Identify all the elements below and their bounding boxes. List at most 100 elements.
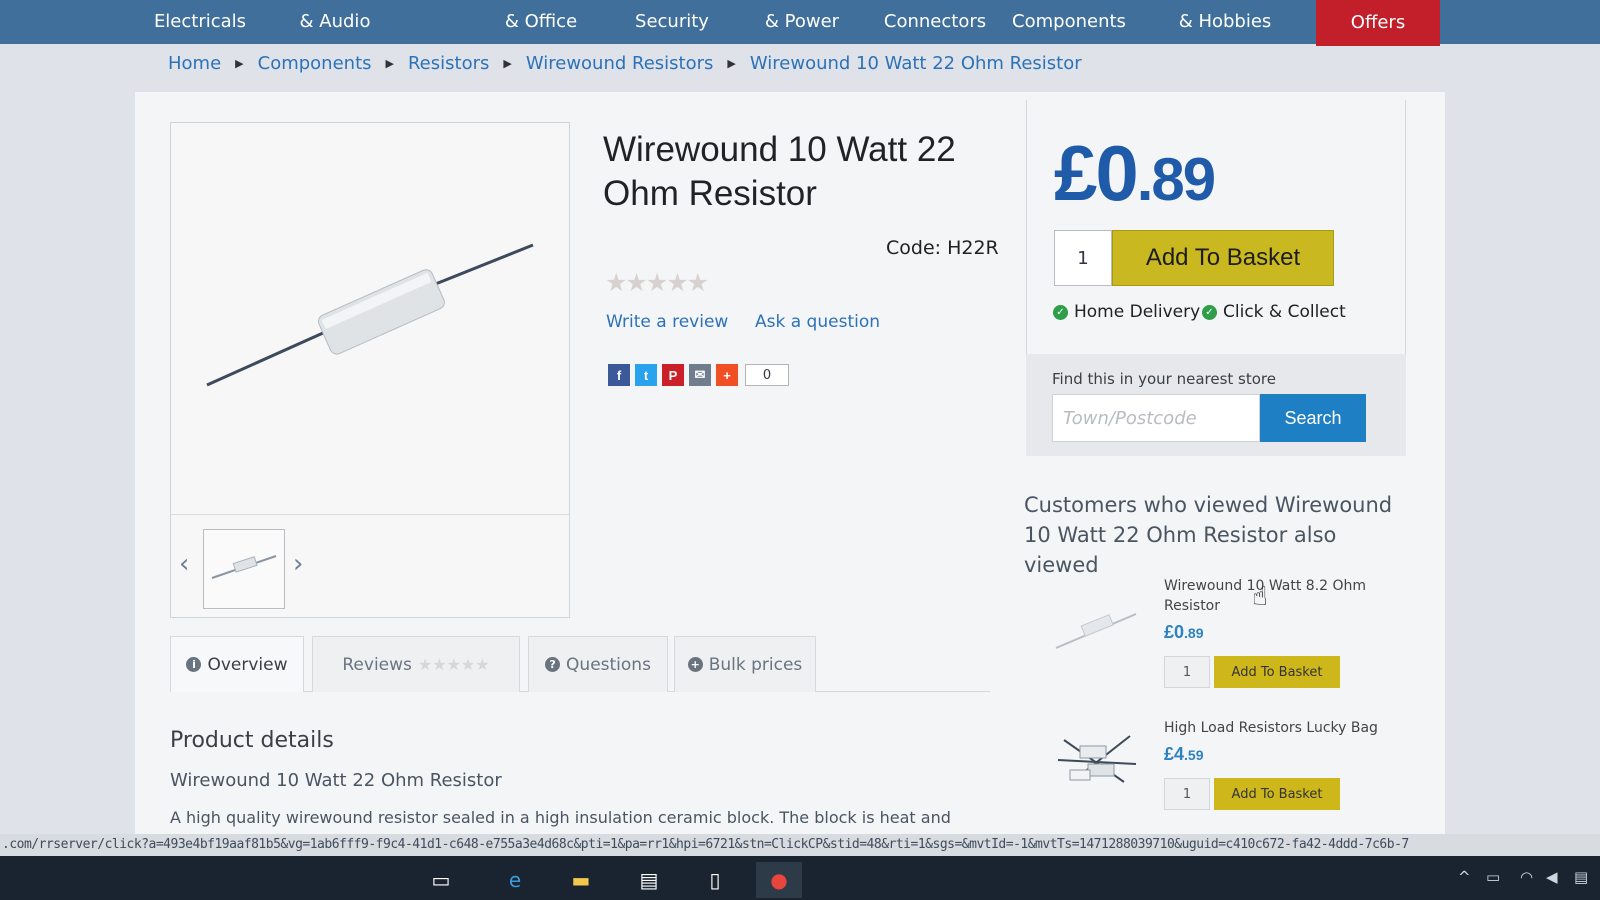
plus-icon: + [687, 657, 703, 672]
store-finder: Find this in your nearest store Town/Pos… [1026, 354, 1406, 456]
email-icon[interactable]: ✉ [689, 364, 711, 386]
taskbar: ▭ e ▬ ▤ ▯ ● ^ ▭ ◠ ◀ ▤ [0, 856, 1600, 900]
also-viewed-title: Customers who viewed Wirewound 10 Watt 2… [1024, 493, 1393, 577]
wifi-icon[interactable]: ◠ [1520, 868, 1533, 886]
breadcrumb-wirewound-resistors[interactable]: Wirewound Resistors [526, 53, 714, 74]
related-quantity-input[interactable]: 1 [1164, 778, 1210, 810]
notes-app-icon[interactable]: ▯ [692, 862, 738, 898]
breadcrumb-home[interactable]: Home [168, 53, 221, 74]
postcode-input[interactable]: Town/Postcode [1052, 394, 1260, 442]
nav-label: Components [1012, 11, 1126, 32]
nav-label: & Audio [299, 11, 371, 32]
related-product-name[interactable]: High Load Resistors Lucky Bag [1164, 718, 1404, 738]
related-add-to-basket-button[interactable]: Add To Basket [1214, 778, 1340, 810]
ask-question-link[interactable]: Ask a question [755, 312, 880, 332]
chevron-right-icon[interactable]: › [293, 549, 303, 579]
chevron-left-icon[interactable]: ‹ [179, 549, 189, 579]
chrome-browser-icon[interactable]: ● [756, 862, 802, 898]
price-pence: .59 [1184, 747, 1204, 763]
price-main: £4 [1164, 744, 1185, 764]
breadcrumb-resistors[interactable]: Resistors [408, 53, 489, 74]
nav-item-office[interactable]: & Office [488, 0, 594, 44]
question-icon: ? [545, 657, 561, 672]
breadcrumb-current[interactable]: Wirewound 10 Watt 22 Ohm Resistor [750, 53, 1082, 74]
home-delivery-status: ✓ Home Delivery [1053, 302, 1200, 322]
link-status-bar: .com/rrserver/click?a=493e4bf19aaf81b5&v… [0, 834, 1600, 856]
add-share-icon[interactable]: + [716, 364, 738, 386]
nav-item-connectors[interactable]: Connectors [876, 0, 994, 44]
product-details-name: Wirewound 10 Watt 22 Ohm Resistor [170, 770, 502, 791]
breadcrumb-separator-icon: ▶ [503, 56, 512, 70]
nav-label: Security [635, 11, 709, 32]
tab-label: Reviews [342, 654, 412, 675]
write-review-link[interactable]: Write a review [606, 312, 728, 332]
tab-label: Questions [566, 654, 651, 675]
image-gallery: ‹ › [170, 122, 570, 618]
task-view-icon[interactable]: ▭ [418, 862, 464, 898]
related-product-image[interactable] [1044, 720, 1144, 820]
related-product: High Load Resistors Lucky Bag £4.59 1 Ad… [1024, 714, 1414, 824]
thumbnail[interactable] [203, 529, 285, 609]
tab-bulk-prices[interactable]: + Bulk prices [674, 636, 816, 692]
document-app-icon[interactable]: ▤ [626, 862, 672, 898]
nav-label: Electricals [153, 11, 247, 32]
breadcrumb: Home ▶ Components ▶ Resistors ▶ Wirewoun… [168, 50, 1082, 76]
nav-item-power[interactable]: & Power [752, 0, 852, 44]
price-pence: .89 [1184, 625, 1204, 641]
nav-item-special-offers[interactable]: Offers [1316, 0, 1440, 46]
facebook-icon[interactable]: f [608, 364, 630, 386]
file-explorer-icon[interactable]: ▬ [558, 862, 604, 898]
store-finder-label: Find this in your nearest store [1052, 370, 1276, 388]
product-code: Code: H22R [886, 237, 999, 259]
click-collect-label: Click & Collect [1223, 302, 1346, 322]
nav-label: & Power [764, 11, 840, 32]
product-tabs: i Overview Reviews ★★★★★ ? Questions + Bulk … [170, 636, 990, 692]
breadcrumb-components[interactable]: Components [258, 53, 372, 74]
tab-questions[interactable]: ? Questions [528, 636, 668, 692]
edge-browser-icon[interactable]: e [492, 862, 538, 898]
info-icon: i [186, 657, 202, 672]
tab-label: Overview [207, 654, 288, 675]
tab-reviews[interactable]: Reviews ★★★★★ [312, 636, 520, 692]
product-title: Wirewound 10 Watt 22 Ohm Resistor [603, 130, 956, 213]
volume-icon[interactable]: ◀ [1546, 868, 1558, 886]
related-product-price: £4.59 [1164, 744, 1204, 765]
related-add-to-basket-button[interactable]: Add To Basket [1214, 656, 1340, 688]
star-icon: ★★★★★ [417, 655, 490, 674]
nav-item-components[interactable]: Components [1010, 0, 1128, 44]
related-quantity-input[interactable]: 1 [1164, 656, 1210, 688]
nav-label: & Office [504, 11, 578, 32]
rating-stars: ★★★★★ [605, 268, 709, 297]
nav-label: Offers [1350, 12, 1406, 33]
share-count: 0 [745, 364, 789, 386]
add-to-basket-button[interactable]: Add To Basket [1112, 230, 1334, 286]
product-details-heading: Product details [170, 728, 334, 753]
related-product-name[interactable]: Wirewound 10 Watt 8.2 Ohm Resistor [1164, 576, 1404, 616]
nav-item-audio[interactable]: & Audio [285, 0, 385, 44]
related-product: Wirewound 10 Watt 8.2 Ohm Resistor £0.89… [1024, 572, 1414, 692]
nav-item-electricals[interactable]: Electricals [150, 0, 250, 44]
top-navigation: Electricals & Audio & Office Security & … [0, 0, 1600, 46]
tab-overview[interactable]: i Overview [170, 636, 304, 692]
product-price: £0.89 [1054, 128, 1216, 219]
share-buttons: f t P ✉ + 0 [608, 364, 789, 386]
product-image[interactable] [171, 123, 569, 515]
nav-item-security[interactable]: Security [622, 0, 722, 44]
battery-icon[interactable]: ▭ [1486, 868, 1500, 886]
pinterest-icon[interactable]: P [662, 364, 684, 386]
nav-label: Connectors [883, 11, 987, 32]
check-icon: ✓ [1202, 304, 1217, 320]
breadcrumb-separator-icon: ▶ [235, 56, 244, 70]
nav-item-hobbies[interactable]: & Hobbies [1170, 0, 1280, 44]
twitter-icon[interactable]: t [635, 364, 657, 386]
chevron-up-icon[interactable]: ^ [1458, 868, 1471, 886]
related-product-image[interactable] [1044, 578, 1144, 678]
quantity-input[interactable]: 1 [1054, 230, 1112, 286]
related-product-price: £0.89 [1164, 622, 1204, 643]
breadcrumb-separator-icon: ▶ [385, 56, 394, 70]
store-search-button[interactable]: Search [1260, 394, 1366, 442]
product-description: A high quality wirewound resistor sealed… [170, 808, 951, 827]
notifications-icon[interactable]: ▤ [1574, 868, 1588, 886]
price-pence: .89 [1136, 146, 1216, 213]
nav-label: & Hobbies [1178, 11, 1272, 32]
